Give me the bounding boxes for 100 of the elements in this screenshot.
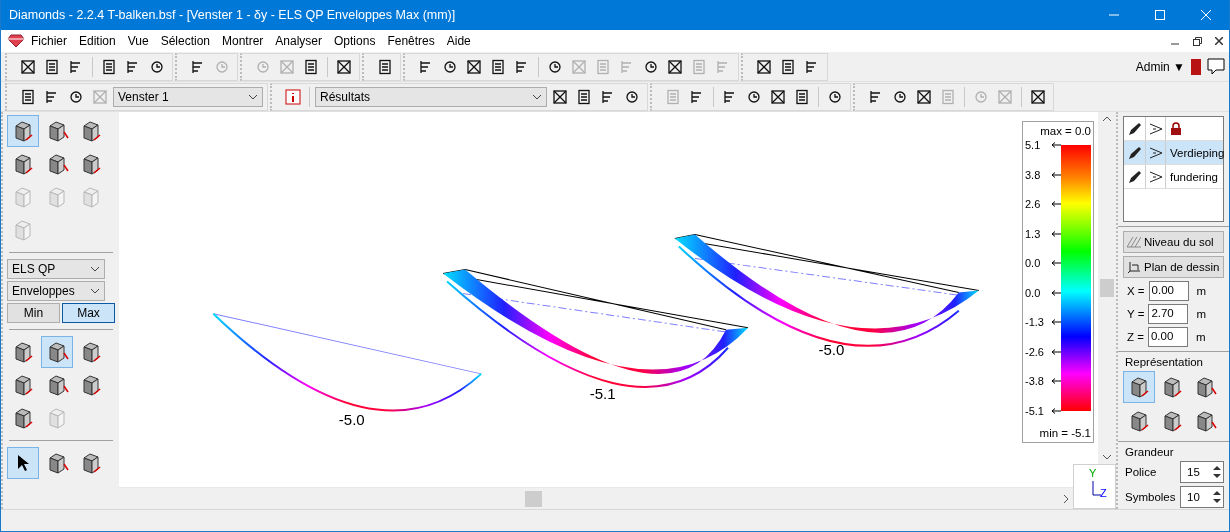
- tool-icon: [377, 58, 393, 75]
- eye-icon: [1148, 146, 1163, 159]
- legend-tick: -2.6: [1025, 344, 1044, 359]
- representation-button[interactable]: [1123, 371, 1155, 403]
- legend-tick: 1.3: [1025, 226, 1041, 241]
- tool-icon: [279, 58, 295, 75]
- chevron-icon: [90, 266, 100, 272]
- tool-icon: [576, 88, 592, 105]
- extreme-button[interactable]: Min: [7, 303, 60, 323]
- coord-field[interactable]: 2.70: [1148, 304, 1189, 324]
- size-spinner[interactable]: 15: [1180, 461, 1224, 483]
- coord-field[interactable]: 0.00: [1148, 281, 1189, 301]
- chevron-icon: [90, 288, 100, 294]
- tool-icon: [20, 88, 36, 105]
- tool-icon: [794, 88, 810, 105]
- size-spinner[interactable]: 10: [1180, 486, 1224, 508]
- legend-tick: -3.8: [1025, 374, 1044, 389]
- tool-icon: [595, 58, 611, 75]
- tool-icon: [92, 88, 108, 105]
- legend-tick: 5.1: [1025, 138, 1041, 152]
- coord-label: Z =: [1127, 331, 1144, 343]
- layer-name: Verdieping: [1169, 145, 1225, 161]
- layer-row[interactable]: Verdieping: [1124, 141, 1223, 165]
- user-menu[interactable]: Admin ▼: [1135, 59, 1185, 74]
- legend-tick: 0.0: [1025, 285, 1041, 300]
- spinner-arrows-icon: [1211, 488, 1223, 506]
- eye-icon: [1148, 170, 1163, 183]
- arrow-icon: [1051, 348, 1061, 355]
- arrow-icon: [1051, 201, 1061, 208]
- diamond-logo-icon: [7, 34, 25, 48]
- coord-label: X =: [1127, 285, 1145, 297]
- legend-tick: -1.3: [1025, 315, 1044, 330]
- deflection-label: -5.0: [818, 340, 845, 358]
- eye-icon: [1148, 122, 1163, 135]
- unit-label: m: [1196, 308, 1206, 320]
- scroll-thumb[interactable]: [1100, 279, 1114, 297]
- tool-icon: [571, 58, 587, 75]
- tool-icon: [490, 58, 506, 75]
- tool-icon: [255, 58, 271, 75]
- lock-icon: [1170, 122, 1182, 135]
- tool-icon: [916, 88, 932, 105]
- component-button[interactable]: [41, 336, 73, 368]
- tool-icon: [336, 58, 352, 75]
- close-icon: [1201, 10, 1211, 20]
- scroll-right-icon: [1064, 494, 1069, 503]
- tool-icon: [20, 58, 36, 75]
- legend-tick: 3.8: [1025, 167, 1041, 182]
- menu-item[interactable]: Vue: [121, 34, 155, 48]
- axis-indicator: Y Z: [1073, 464, 1116, 509]
- plane-button[interactable]: Niveau du sol: [1123, 231, 1224, 253]
- tool-icon: [827, 88, 843, 105]
- tool-icon: [149, 58, 165, 75]
- tool-icon: [101, 58, 117, 75]
- vertical-scrollbar[interactable]: [1098, 112, 1116, 464]
- deflection-label: -5.0: [338, 411, 365, 429]
- menu-item[interactable]: Sélection: [154, 34, 216, 48]
- window-select[interactable]: Venster 1: [113, 86, 263, 107]
- tool-button[interactable]: [7, 447, 39, 479]
- tool-icon: [940, 88, 956, 105]
- spinner-arrows-icon: [1211, 463, 1223, 481]
- menu-item[interactable]: Fichier: [25, 34, 73, 48]
- legend-min: min = -5.1: [1038, 427, 1091, 439]
- menu-item[interactable]: Montrer: [216, 34, 270, 48]
- scroll-up-icon: [1103, 116, 1111, 121]
- menu-item[interactable]: Analyser: [269, 34, 329, 48]
- layer-row[interactable]: fundering: [1124, 165, 1223, 189]
- size-label: Symboles: [1125, 491, 1176, 503]
- view-select[interactable]: Résultats: [315, 86, 547, 107]
- arrow-icon: [1051, 260, 1061, 267]
- horizontal-scrollbar[interactable]: [119, 487, 1073, 509]
- tool-icon: [665, 88, 681, 105]
- tool-icon: [303, 58, 319, 75]
- tool-icon: [552, 88, 568, 105]
- plane-button[interactable]: Plan de dessin: [1123, 256, 1224, 278]
- tool-icon: [466, 58, 482, 75]
- result-type-button[interactable]: [7, 115, 39, 147]
- close-icon: [1215, 37, 1223, 45]
- combination-select[interactable]: ELS QP: [7, 259, 105, 279]
- scroll-thumb[interactable]: [525, 490, 542, 507]
- status-flag-icon: [1191, 58, 1201, 75]
- scroll-down-icon: [1103, 455, 1111, 460]
- extreme-button[interactable]: Max: [62, 303, 115, 323]
- menu-item[interactable]: Aide: [440, 34, 477, 48]
- coord-field[interactable]: 0.00: [1147, 327, 1188, 347]
- tool-icon: [667, 58, 683, 75]
- menu-item[interactable]: Fenêtres: [381, 34, 441, 48]
- mode-select[interactable]: Enveloppes: [7, 281, 105, 301]
- section-title: Grandeur: [1124, 446, 1175, 458]
- hatch-icon: [1127, 236, 1141, 248]
- tool-icon: [756, 58, 772, 75]
- axes-icon: [1127, 261, 1141, 273]
- legend-tick: -5.1: [1025, 403, 1044, 418]
- axis-lines-icon: [1092, 480, 1102, 496]
- menu-item[interactable]: Options: [328, 34, 382, 48]
- pencil-icon: [1127, 145, 1142, 160]
- menu-item[interactable]: Edition: [73, 34, 122, 48]
- tool-icon: [624, 88, 640, 105]
- arrow-icon: [1051, 289, 1061, 296]
- tool-icon: [973, 88, 989, 105]
- window-title: Diamonds - 2.2.4 T-balken.bsf - [Venster 1 - δy - ELS QP Enveloppes Max (mm)]: [9, 8, 457, 22]
